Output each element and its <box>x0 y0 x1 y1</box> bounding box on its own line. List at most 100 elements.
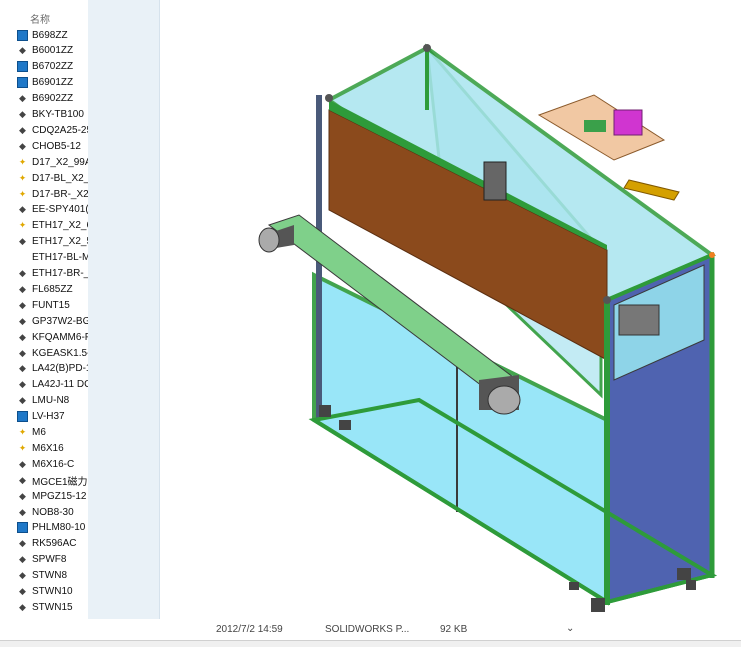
file-list-item[interactable]: ◆ M6X16-C <box>17 456 88 472</box>
file-list-item[interactable]: B698ZZ <box>17 27 88 43</box>
assembly-icon: ✦ <box>18 427 27 437</box>
file-name: M6 <box>32 427 46 438</box>
file-list-item[interactable]: ◆ NOB8-30 <box>17 504 88 520</box>
part-icon: ◆ <box>19 140 26 151</box>
assembly-icon: ✦ <box>18 220 27 231</box>
part-blue-icon <box>17 77 28 89</box>
file-name: LA42(B)PD-1 <box>32 363 88 375</box>
part-icon: ◆ <box>19 570 26 581</box>
file-list-item[interactable]: B6702ZZ <box>17 59 88 75</box>
file-list-item[interactable]: ◆ LMU-N8 <box>17 393 88 409</box>
part-blue-icon <box>17 522 28 534</box>
file-name: PHLM80-10 <box>32 522 86 534</box>
file-name: LA42J-11 DC <box>32 379 88 391</box>
file-name: B6902ZZ <box>32 93 74 105</box>
file-name: NOB8-30 <box>32 506 74 518</box>
file-size: 92 KB <box>440 624 468 635</box>
column-header-name[interactable]: 名称 <box>30 11 50 26</box>
file-name: FL685ZZ <box>32 283 73 295</box>
file-list-item[interactable]: ✦ ETH17_X2_6E <box>17 218 88 234</box>
file-list-item[interactable]: ◆ RK596AC <box>17 536 88 552</box>
file-list-item[interactable]: ETH17-BL-M <box>17 250 88 266</box>
file-list-item[interactable]: ◆ LA42(B)PD-1 <box>17 361 88 377</box>
file-list-item[interactable]: ◆ CDQ2A25-25 <box>17 122 88 138</box>
file-name: B6901ZZ <box>32 77 74 89</box>
assembly-icon: ✦ <box>18 442 27 453</box>
file-name: LMU-N8 <box>32 395 70 407</box>
file-name: STWN10 <box>32 586 73 597</box>
file-list-item[interactable]: ✦ D17-BL_X2_9 <box>17 170 88 186</box>
assembly-preview-image <box>258 43 718 612</box>
file-name: SPWF8 <box>32 554 67 566</box>
file-list-item[interactable]: ◆ ETH17_X2_58 <box>17 234 88 250</box>
file-name: M6X16-C <box>32 458 75 470</box>
file-list-item[interactable]: ◆ STWN15 <box>17 599 88 615</box>
part-icon: ◆ <box>19 347 26 358</box>
date-modified: 2012/7/2 14:59 <box>216 624 283 635</box>
chevron-down-icon[interactable]: ⌄ <box>566 623 574 634</box>
assembly-icon: ✦ <box>18 188 27 199</box>
file-list-item[interactable]: ◆ B6902ZZ <box>17 91 88 107</box>
file-list[interactable]: 名称 B698ZZ ◆ B6001ZZ B6702ZZ B6901ZZ ◆ B6902ZZ ◆… <box>0 0 88 640</box>
part-icon: ◆ <box>19 601 26 612</box>
file-name: B6001ZZ <box>32 45 74 57</box>
blank-icon <box>17 252 28 263</box>
file-list-item[interactable]: ◆ CHOB5-12 <box>17 138 88 154</box>
part-icon: ◆ <box>19 379 26 390</box>
file-list-item[interactable]: ◆ FL685ZZ <box>17 281 88 297</box>
file-list-item[interactable]: ◆ BKY-TB100 <box>17 107 88 123</box>
part-icon: ◆ <box>19 109 26 119</box>
file-name: ETH17-BR-_X <box>32 268 88 279</box>
file-name: MGCE1磁力 <box>32 476 88 488</box>
file-list-item[interactable]: PHLM80-10 <box>17 520 88 536</box>
part-blue-icon <box>17 61 28 73</box>
file-list-item[interactable]: ◆ FUNT15 <box>17 297 88 313</box>
part-icon: ◆ <box>19 586 26 596</box>
file-list-item[interactable]: ◆ GP37W2-BG4 <box>17 313 88 329</box>
part-icon: ◆ <box>19 204 26 215</box>
file-list-item[interactable]: B6901ZZ <box>17 75 88 91</box>
file-name: D17_X2_99A0 <box>32 156 88 168</box>
file-list-item[interactable]: ◆ STWN8 <box>17 568 88 584</box>
part-icon: ◆ <box>19 236 26 247</box>
assembly-icon: ✦ <box>18 172 27 183</box>
file-name: D17-BR-_X2_ <box>32 188 88 200</box>
file-list-item[interactable]: ◆ MPGZ15-12 <box>17 488 88 504</box>
file-name: GP37W2-BG4 <box>32 315 88 327</box>
part-icon: ◆ <box>19 458 26 469</box>
part-icon: ◆ <box>19 283 26 294</box>
part-icon: ◆ <box>19 554 26 565</box>
part-icon: ◆ <box>19 315 26 326</box>
file-list-item[interactable]: ◆ KGEASK1.5-3 <box>17 345 88 361</box>
file-list-item[interactable]: ✦ D17-BR-_X2_ <box>17 186 88 202</box>
file-list-item[interactable]: LV-H37 <box>17 409 88 425</box>
file-list-item[interactable]: ✦ D17_X2_99A0 <box>17 154 88 170</box>
part-icon: ◆ <box>19 124 26 135</box>
part-icon: ◆ <box>19 506 26 517</box>
file-list-item[interactable]: ◆ B6001ZZ <box>17 43 88 59</box>
file-name: MPGZ15-12 <box>32 490 87 502</box>
part-blue-icon <box>17 411 28 423</box>
file-name: STWN15 <box>32 601 73 613</box>
part-icon: ◆ <box>19 474 26 485</box>
part-icon: ◆ <box>19 331 26 342</box>
file-list-item[interactable]: ◆ LA42J-11 DC <box>17 377 88 393</box>
assembly-icon: ✦ <box>18 156 27 167</box>
part-icon: ◆ <box>19 538 26 549</box>
file-list-item[interactable]: ◆ EE-SPY401(C <box>17 202 88 218</box>
file-list-item[interactable]: ✦ M6X16 <box>17 440 88 456</box>
file-list-item[interactable]: ◆ MGCE1磁力 <box>17 472 88 488</box>
file-list-item[interactable]: ✦ M6 <box>17 425 88 441</box>
file-name: ETH17_X2_58 <box>32 236 88 248</box>
file-name: M6X16 <box>32 442 64 454</box>
file-list-item[interactable]: ◆ KFQAMM6-P <box>17 329 88 345</box>
part-icon: ◆ <box>19 490 26 501</box>
file-name: D17-BL_X2_9 <box>32 172 88 184</box>
file-list-item[interactable]: ◆ ETH17-BR-_X <box>17 266 88 282</box>
file-name: ETH17_X2_6E <box>32 220 88 232</box>
file-list-item[interactable]: ◆ SPWF8 <box>17 552 88 568</box>
file-name: BKY-TB100 <box>32 109 84 120</box>
file-name: KFQAMM6-P <box>32 331 88 343</box>
file-name: B698ZZ <box>32 29 68 41</box>
file-list-item[interactable]: ◆ STWN10 <box>17 584 88 600</box>
